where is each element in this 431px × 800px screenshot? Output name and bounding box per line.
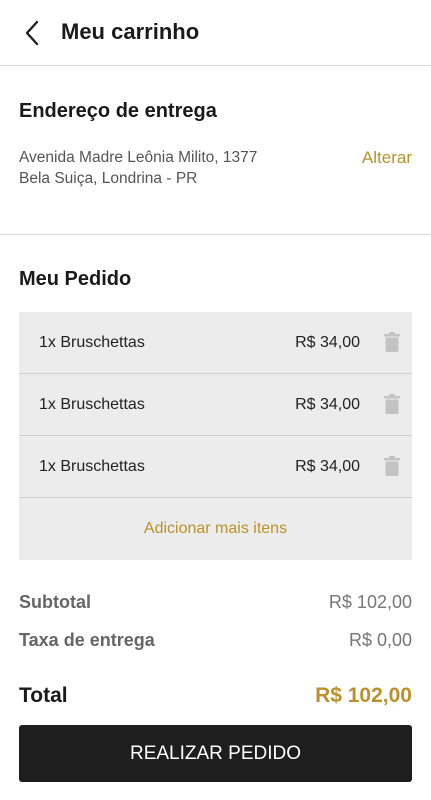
trash-icon[interactable] [384,394,400,414]
change-address-link[interactable]: Alterar [362,148,412,168]
back-button[interactable] [20,19,44,47]
total-label: Total [19,684,68,707]
order-item-row: 1x Bruschettas R$ 34,00 [19,312,412,374]
place-order-button[interactable]: REALIZAR PEDIDO [19,725,412,782]
item-price: R$ 34,00 [295,396,360,413]
delivery-address-section: Endereço de entrega Avenida Madre Leônia… [0,67,431,235]
subtotal-label: Subtotal [19,592,91,612]
address-street: Avenida Madre Leônia Milito, 1377 [19,149,258,166]
chevron-left-icon [25,20,39,46]
item-name: 1x Bruschettas [39,334,145,351]
address-heading: Endereço de entrega [19,100,217,122]
order-heading: Meu Pedido [19,268,132,290]
order-items-list: 1x Bruschettas R$ 34,00 1x Bruschettas R… [19,312,412,560]
delivery-fee-label: Taxa de entrega [19,630,155,650]
item-price: R$ 34,00 [295,458,360,475]
total-value: R$ 102,00 [315,684,412,707]
order-item-row: 1x Bruschettas R$ 34,00 [19,436,412,498]
trash-icon[interactable] [384,456,400,476]
item-price: R$ 34,00 [295,334,360,351]
order-item-row: 1x Bruschettas R$ 34,00 [19,374,412,436]
address-city: Bela Suiça, Londrina - PR [19,170,198,187]
subtotal-value: R$ 102,00 [328,592,412,612]
item-name: 1x Bruschettas [39,396,145,413]
page-title: Meu carrinho [61,19,200,44]
trash-icon[interactable] [384,332,400,352]
delivery-fee-value: R$ 0,00 [348,630,412,650]
app-header: Meu carrinho [0,0,431,66]
add-more-items-button[interactable]: Adicionar mais itens [19,498,412,560]
item-name: 1x Bruschettas [39,458,145,475]
